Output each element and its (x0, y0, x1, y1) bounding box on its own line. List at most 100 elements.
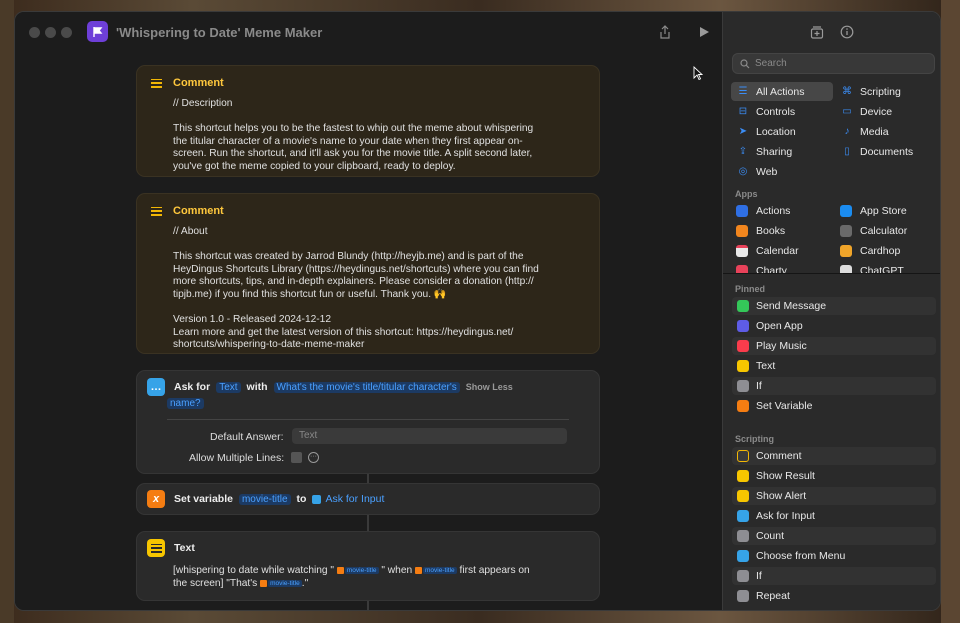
app-label: Books (756, 224, 786, 237)
comment-line: // Description (173, 98, 233, 109)
info-icon[interactable] (839, 24, 855, 40)
comment-label: Comment (173, 205, 224, 217)
comment-line: the titular character of a movie's name … (173, 135, 523, 147)
movie-title-token[interactable]: movie-title (268, 579, 302, 587)
sidebar-divider[interactable] (723, 273, 940, 274)
scripting-show-alert[interactable]: Show Alert (732, 487, 936, 505)
category-all-actions[interactable]: ☰ All Actions (731, 82, 833, 101)
apps-section-label: Apps (735, 189, 758, 199)
pinned-text[interactable]: Text (732, 357, 936, 375)
cardhop-app-icon (840, 244, 852, 257)
scripting-choose-from-menu[interactable]: Choose from Menu (732, 547, 936, 565)
movie-title-token[interactable]: movie-title (344, 567, 379, 574)
category-device[interactable]: ▭ Device (835, 102, 935, 121)
action-library-icon[interactable] (809, 24, 825, 40)
app-calculator[interactable]: Calculator (835, 221, 935, 240)
flow-connector (367, 601, 369, 610)
calendar-app-icon (736, 244, 748, 257)
more-options-icon[interactable]: ··· (308, 452, 319, 463)
close-window-button[interactable] (29, 27, 40, 38)
charty-app-icon (736, 264, 748, 273)
scripting-comment[interactable]: Comment (732, 447, 936, 465)
ask-for-input-action[interactable]: … Ask for Text with What's the movie's t… (136, 370, 600, 474)
action-label: Set Variable (756, 400, 813, 412)
branch-icon (737, 380, 749, 392)
variable-name-token[interactable]: movie-title (238, 493, 291, 505)
category-label: Documents (860, 145, 914, 158)
app-actions[interactable]: Actions (731, 201, 833, 220)
ask-for-label: Ask for (174, 381, 211, 393)
app-books[interactable]: Books (731, 221, 833, 240)
movie-title-token[interactable]: movie-title (423, 567, 457, 574)
pinned-send-message[interactable]: Send Message (732, 297, 936, 315)
action-label: If (756, 570, 762, 582)
set-variable-action[interactable]: x Set variable movie-title to Ask for In… (136, 483, 600, 515)
prompt-token-continued[interactable]: name? (167, 398, 204, 409)
input-type-token[interactable]: Text (216, 381, 241, 393)
category-location[interactable]: ➤ Location (731, 122, 833, 141)
category-scripting[interactable]: ⌘ Scripting (835, 82, 935, 101)
category-controls[interactable]: ⊟ Controls (731, 102, 833, 121)
variable-x-icon: x (147, 490, 165, 508)
background-tree (0, 0, 14, 623)
app-cardhop[interactable]: Cardhop (835, 241, 935, 260)
app-app-store[interactable]: App Store (835, 201, 935, 220)
comment-lines-icon (737, 450, 749, 462)
ask-input-bubble-icon: … (147, 378, 165, 396)
comment-action-about[interactable]: Comment // About This shortcut was creat… (136, 193, 600, 354)
device-icon: ▭ (842, 106, 852, 117)
category-documents[interactable]: ▯ Documents (835, 142, 935, 161)
search-placeholder: Search (755, 58, 787, 69)
shortcut-flag-icon[interactable] (87, 21, 108, 42)
action-label: If (756, 380, 762, 392)
scripting-repeat[interactable]: Repeat (732, 587, 936, 605)
window-title[interactable]: 'Whispering to Date' Meme Maker (116, 25, 322, 40)
category-media[interactable]: ♪ Media (835, 122, 935, 141)
comment-line: more shortcuts, tips, and in-depth expla… (173, 276, 534, 288)
search-field[interactable]: Search (732, 53, 935, 74)
category-web[interactable]: ◎ Web (731, 162, 833, 181)
text-action[interactable]: Text [whispering to date while watching … (136, 531, 600, 601)
share-icon[interactable] (656, 23, 674, 41)
scripting-ask-for-input[interactable]: Ask for Input (732, 507, 936, 525)
app-chatgpt[interactable]: ChatGPT (835, 261, 935, 273)
app-label: Actions (756, 204, 791, 217)
branch-icon (737, 570, 749, 582)
flow-connector (367, 474, 369, 483)
app-label: Calculator (860, 224, 908, 237)
comment-line: This shortcut was created by Jarrod Blun… (173, 251, 524, 263)
action-label: Send Message (756, 300, 827, 312)
pinned-play-music[interactable]: Play Music (732, 337, 936, 355)
app-charty[interactable]: Charty (731, 261, 833, 273)
comment-line: Learn more and get the latest version of… (173, 326, 514, 338)
zoom-window-button[interactable] (61, 27, 72, 38)
app-calendar[interactable]: Calendar (731, 241, 833, 260)
scripting-if[interactable]: If (732, 567, 936, 585)
pinned-open-app[interactable]: Open App (732, 317, 936, 335)
comment-line: screen. Run the shortcut, and it'll ask … (173, 148, 533, 160)
prompt-token[interactable]: What's the movie's title/titular charact… (273, 381, 460, 393)
comment-body[interactable]: // About This shortcut was created by Ja… (173, 226, 539, 352)
variable-value-token[interactable]: Ask for Input (325, 493, 384, 505)
run-play-icon[interactable] (695, 23, 713, 41)
multiple-lines-label: Allow Multiple Lines: (189, 452, 285, 464)
minimize-window-button[interactable] (45, 27, 56, 38)
action-label: Choose from Menu (756, 550, 846, 562)
app-label: Cardhop (860, 244, 901, 257)
scripting-count[interactable]: Count (732, 527, 936, 545)
variable-x-icon (260, 579, 268, 587)
text-content[interactable]: [whispering to date while watching " mov… (173, 565, 530, 590)
comment-label: Comment (173, 77, 224, 89)
category-sharing[interactable]: ⇪ Sharing (731, 142, 833, 161)
text-lines-icon (147, 539, 165, 557)
multiple-lines-checkbox[interactable] (291, 452, 302, 463)
music-note-icon (737, 340, 749, 352)
pinned-if[interactable]: If (732, 377, 936, 395)
title-bar: 'Whispering to Date' Meme Maker (15, 12, 722, 52)
pinned-set-variable[interactable]: Set Variable (732, 397, 936, 415)
comment-body[interactable]: // Description This shortcut helps you t… (173, 98, 533, 174)
show-less-button[interactable]: Show Less (466, 382, 513, 392)
scripting-show-result[interactable]: Show Result (732, 467, 936, 485)
comment-action-description[interactable]: Comment // Description This shortcut hel… (136, 65, 600, 177)
default-answer-field[interactable]: Text (292, 428, 567, 444)
